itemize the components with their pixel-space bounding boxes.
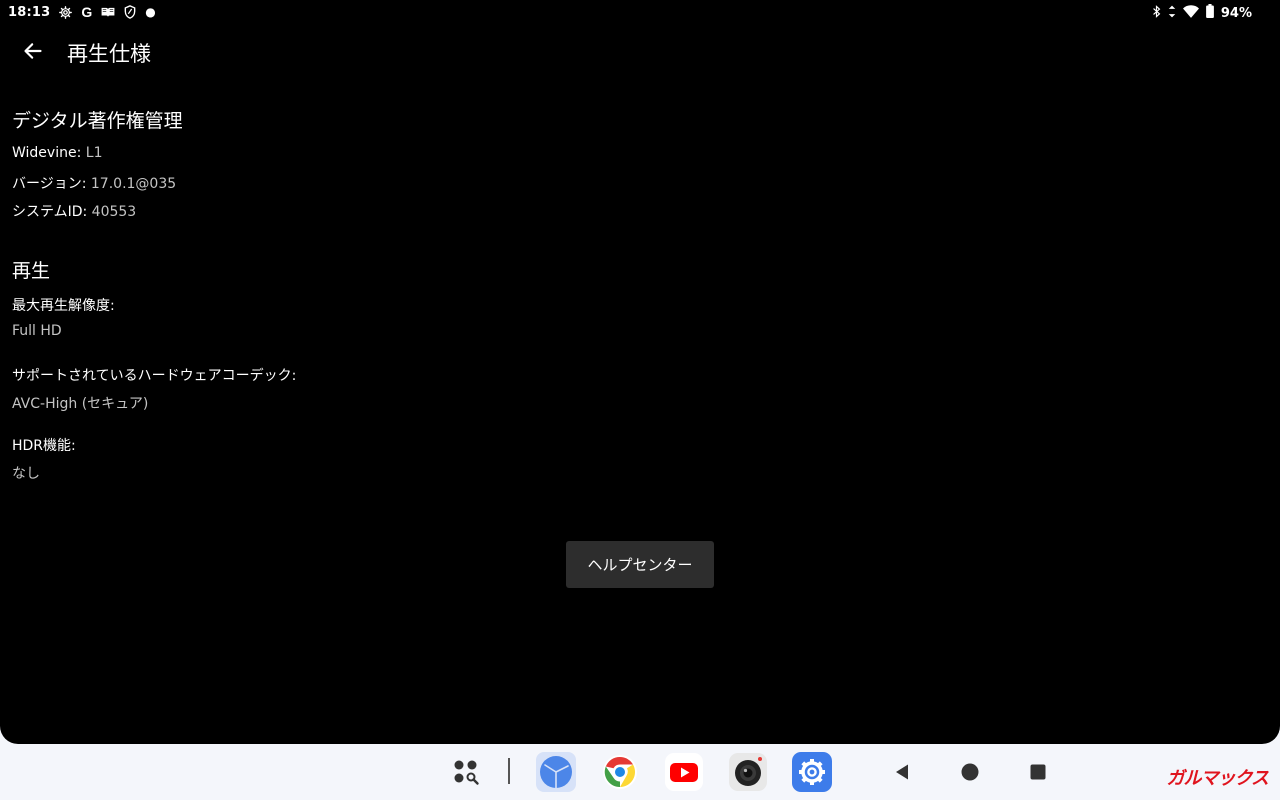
playback-section-heading: 再生 (12, 260, 51, 282)
settings-app-icon (792, 752, 832, 792)
wifi-icon (1182, 4, 1199, 22)
back-button[interactable] (18, 36, 48, 66)
hw-codec-value: AVC-High (セキュア) (12, 396, 149, 412)
chrome-app-button[interactable] (600, 752, 640, 792)
chrome-icon (603, 755, 637, 789)
data-arrows-icon (1168, 5, 1176, 22)
clock-app-icon (536, 752, 576, 792)
widevine-row: Widevine: L1 (12, 145, 102, 161)
nav-home-button[interactable] (956, 758, 984, 786)
status-time: 18:13 (8, 4, 51, 20)
version-row: バージョン: 17.0.1@035 (12, 173, 176, 193)
drm-section-heading: デジタル著作権管理 (12, 110, 183, 132)
taskbar-divider (508, 758, 510, 784)
clock-app-button[interactable] (536, 752, 576, 792)
arrow-back-icon (24, 43, 42, 59)
hdr-value: なし (12, 466, 40, 482)
taskbar: ガルマックス (0, 744, 1280, 800)
system-id-value: 40553 (91, 204, 137, 220)
version-value: 17.0.1@035 (90, 176, 177, 192)
hw-codec-label: サポートされているハードウェアコーデック: (12, 368, 297, 384)
app-screen: 18:13 G ● 94% 再生仕様 デジタル著作権管理 Widevine: L… (0, 0, 1280, 744)
version-label: バージョン: (12, 176, 87, 192)
status-bar: 18:13 G ● 94% (0, 0, 1280, 24)
status-left: 18:13 G ● (8, 4, 156, 20)
battery-percentage: 94% (1220, 5, 1252, 21)
camera-icon (729, 753, 767, 791)
settings-gear-icon (59, 5, 73, 19)
bluetooth-icon (1152, 4, 1161, 22)
widevine-value: L1 (85, 145, 103, 161)
nav-home-icon (961, 763, 979, 781)
youtube-app-button[interactable] (664, 752, 704, 792)
page-title: 再生仕様 (67, 42, 151, 66)
nav-recents-button[interactable] (1024, 758, 1052, 786)
widevine-label: Widevine: (12, 145, 82, 161)
help-center-button[interactable]: ヘルプセンター (566, 541, 714, 588)
youtube-icon (665, 753, 703, 791)
app-drawer-button[interactable] (446, 752, 486, 792)
nav-recents-icon (1030, 764, 1046, 780)
app-bar: 再生仕様 (0, 28, 1280, 74)
book-icon (101, 6, 115, 18)
max-resolution-value: Full HD (12, 323, 62, 339)
app-drawer-icon (454, 760, 479, 785)
system-id-label: システムID: (12, 204, 88, 220)
system-id-row: システムID: 40553 (12, 201, 136, 221)
status-right: 94% (1152, 4, 1252, 22)
nav-back-icon (896, 764, 908, 780)
settings-app-button[interactable] (792, 752, 832, 792)
nav-back-button[interactable] (888, 758, 916, 786)
hdr-label: HDR機能: (12, 438, 76, 454)
google-icon: G (81, 4, 93, 20)
shield-icon (124, 5, 136, 19)
watermark-logo: ガルマックス (1166, 768, 1269, 789)
battery-icon (1205, 4, 1214, 22)
dot-icon: ● (145, 5, 156, 19)
camera-app-button[interactable] (728, 752, 768, 792)
max-resolution-label: 最大再生解像度: (12, 298, 115, 314)
